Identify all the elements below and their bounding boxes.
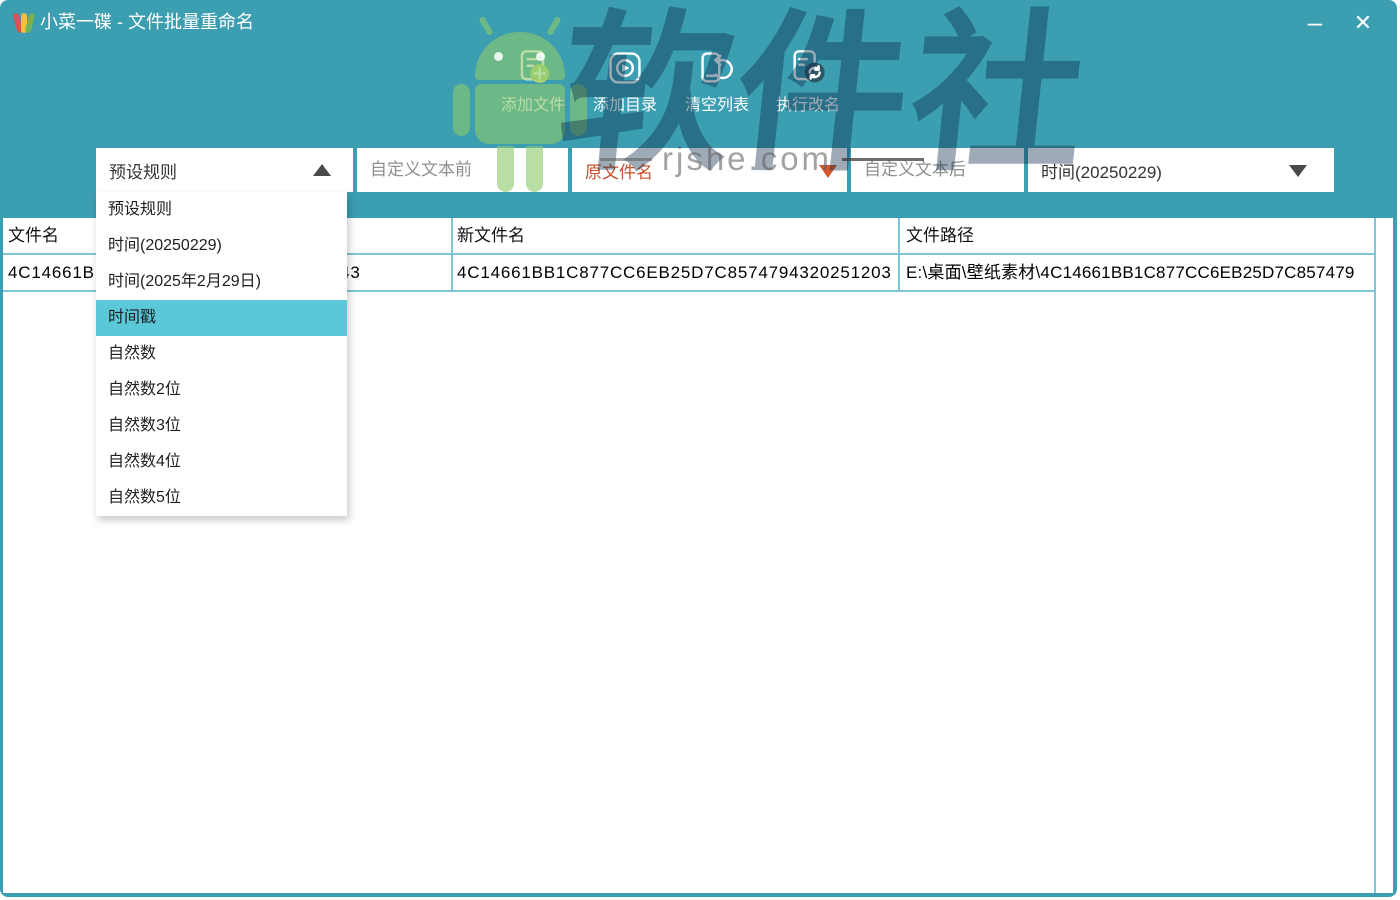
chevron-down-red-icon — [819, 165, 837, 178]
close-button[interactable]: ✕ — [1340, 0, 1386, 45]
minimize-button[interactable]: – — [1292, 0, 1338, 45]
time-format-combobox[interactable]: 时间(20250229) — [1028, 148, 1334, 192]
dropdown-item-natural-4digit[interactable]: 自然数4位 — [96, 444, 347, 480]
custom-text-after-input[interactable] — [851, 148, 1024, 192]
dropdown-item-natural-2digit[interactable]: 自然数2位 — [96, 372, 347, 408]
minimize-icon: – — [1308, 7, 1322, 38]
dropdown-item-timestamp[interactable]: 时间戳 — [96, 300, 347, 336]
clear-list-label: 清空列表 — [675, 91, 759, 115]
cell-new-filename[interactable]: 4C14661BB1C877CC6EB25D7C8574794320251203 — [457, 255, 897, 290]
chevron-down-icon — [1289, 165, 1307, 177]
app-window: 小菜一碟 - 文件批量重命名 – ✕ 添加文件 — [0, 0, 1397, 897]
execute-rename-label: 执行改名 — [766, 91, 850, 115]
dropdown-item-natural-5digit[interactable]: 自然数5位 — [96, 480, 347, 516]
dropdown-item-time-compact[interactable]: 时间(20250229) — [96, 228, 347, 264]
title-bar[interactable]: 小菜一碟 - 文件批量重命名 – ✕ — [0, 0, 1397, 45]
scrollbar-track[interactable] — [1376, 218, 1393, 893]
add-directory-label: 添加目录 — [583, 91, 667, 115]
preset-rule-value: 预设规则 — [109, 158, 177, 183]
app-logo-icon — [13, 11, 35, 34]
cell-filepath[interactable]: E:\桌面\壁纸素材\4C14661BB1C877CC6EB25D7C85747… — [906, 255, 1373, 290]
chevron-up-icon — [313, 164, 331, 176]
dropdown-item-time-chinese[interactable]: 时间(2025年2月29日) — [96, 264, 347, 300]
dropdown-item-preset-rule[interactable]: 预设规则 — [96, 192, 347, 228]
dropdown-item-natural-number[interactable]: 自然数 — [96, 336, 347, 372]
clear-list-button[interactable]: 清空列表 — [675, 48, 759, 132]
column-header-filename[interactable]: 文件名 — [8, 218, 59, 254]
source-name-value: 原文件名 — [585, 158, 653, 183]
preset-rule-dropdown-menu: 预设规则 时间(20250229) 时间(2025年2月29日) 时间戳 自然数… — [96, 192, 347, 516]
dropdown-item-natural-3digit[interactable]: 自然数3位 — [96, 408, 347, 444]
source-name-combobox[interactable]: 原文件名 — [572, 148, 847, 192]
window-title: 小菜一碟 - 文件批量重命名 — [40, 0, 254, 45]
column-divider — [451, 218, 453, 292]
close-icon: ✕ — [1354, 10, 1372, 36]
add-files-button[interactable]: 添加文件 — [491, 48, 575, 132]
add-directory-button[interactable]: 添加目录 — [583, 48, 667, 132]
add-files-label: 添加文件 — [491, 91, 575, 115]
execute-rename-button[interactable]: 执行改名 — [766, 48, 850, 132]
preset-rule-combobox[interactable]: 预设规则 — [96, 148, 353, 192]
clear-list-icon — [675, 48, 759, 88]
column-divider — [898, 218, 900, 292]
column-header-filepath[interactable]: 文件路径 — [906, 218, 974, 254]
add-file-icon — [491, 48, 575, 88]
column-header-new-filename[interactable]: 新文件名 — [457, 218, 525, 254]
add-directory-icon — [583, 48, 667, 88]
time-format-value: 时间(20250229) — [1041, 158, 1162, 183]
custom-text-before-input[interactable] — [357, 148, 568, 192]
execute-rename-icon — [766, 48, 850, 88]
